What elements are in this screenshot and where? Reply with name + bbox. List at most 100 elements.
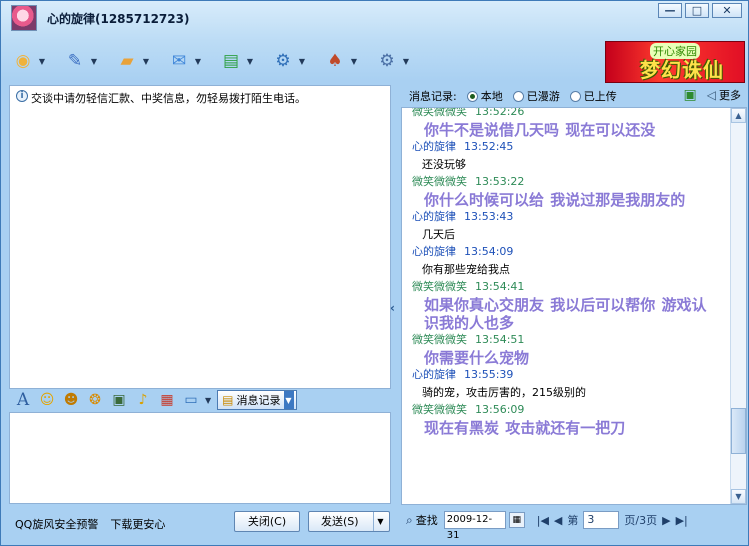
scroll-up-icon[interactable]: ▲	[731, 108, 746, 123]
close-button[interactable]: 关闭(C)	[234, 511, 300, 532]
message-time: 13:55:39	[464, 368, 514, 381]
settings-icon: ⚙	[379, 51, 395, 71]
message-text: 你什么时候可以给 我说过那是我朋友的	[424, 191, 686, 209]
page-suffix: 页/3页	[624, 514, 658, 527]
message-sender[interactable]: 心的旋律	[412, 210, 456, 223]
chevron-down-icon[interactable]: ▼	[297, 57, 307, 66]
date-input[interactable]: 2009-12-31	[443, 511, 506, 541]
radio-roamed-button[interactable]	[512, 90, 524, 102]
toolbar-app-button[interactable]: ⚙ ▼	[269, 45, 315, 77]
toolbar-file-button[interactable]: ▰ ▼	[113, 45, 159, 77]
radio-roamed-label: 已漫游	[526, 90, 560, 103]
close-window-button[interactable]: ✕	[712, 3, 742, 18]
gift-icon[interactable]: ▦	[157, 390, 177, 410]
chevron-down-icon[interactable]: ▼	[141, 57, 151, 66]
message-text: 现在有黑炭 攻击就还有一把刀	[424, 419, 626, 437]
chevron-down-icon[interactable]: ▼	[283, 391, 294, 409]
radio-local-button[interactable]	[466, 90, 478, 102]
toolbar-game-button[interactable]: ♠ ▼	[321, 45, 367, 77]
security-notice-text: 交谈中请勿轻信汇款、中奖信息，勿轻易拨打陌生电话。	[31, 92, 306, 105]
message-history-button[interactable]: ▤ 消息记录 ▼	[217, 390, 297, 410]
message-text: 你需要什么宠物	[424, 349, 530, 367]
message-history-panel[interactable]: 微笑微微笑 13:52:26 你牛不是说借几天吗 现在可以还没 心的旋律 13:52:4…	[401, 107, 747, 505]
message-sender[interactable]: 微笑微微笑	[412, 403, 467, 416]
toolbar-video-button[interactable]: ◉ ▼	[9, 45, 55, 77]
security-notice: i 交谈中请勿轻信汇款、中奖信息，勿轻易拨打陌生电话。	[16, 90, 306, 106]
page-input[interactable]: 3	[583, 511, 620, 529]
font-icon[interactable]: A	[13, 390, 33, 410]
security-alert-link[interactable]: QQ旋风安全预警	[15, 516, 98, 532]
screenshot-icon[interactable]: ▣	[109, 390, 129, 410]
message-header: 心的旋律 13:52:45	[402, 139, 730, 156]
message-sender[interactable]: 心的旋律	[412, 368, 456, 381]
message-sender[interactable]: 微笑微微笑	[412, 108, 467, 118]
chevron-down-icon[interactable]: ▼	[89, 57, 99, 66]
radio-local[interactable]: 本地	[466, 88, 503, 104]
next-page-icon[interactable]: ▶	[662, 514, 670, 527]
toolbar-mail-button[interactable]: ✉ ▼	[165, 45, 211, 77]
contact-avatar[interactable]	[11, 5, 37, 31]
app-icon: ⚙	[275, 51, 291, 71]
message-sender[interactable]: 心的旋律	[412, 140, 456, 153]
emoji-icon[interactable]: ☺	[37, 390, 57, 410]
scroll-down-icon[interactable]: ▼	[731, 489, 746, 504]
chevron-down-icon[interactable]: ▼	[245, 57, 255, 66]
chevron-down-icon[interactable]: ▼	[373, 512, 387, 531]
toolbar-sms-button[interactable]: ▤ ▼	[217, 45, 263, 77]
game-icon: ♠	[327, 51, 343, 71]
send-button[interactable]: 发送(S) ▼	[308, 511, 390, 532]
message-header: 微笑微微笑 13:53:22	[402, 174, 730, 191]
message-history-label: 消息记录	[236, 394, 281, 407]
title-bar[interactable]: 心的旋律(1285712723) — □ ✕	[1, 1, 748, 33]
chat-display-area[interactable]: i 交谈中请勿轻信汇款、中奖信息，勿轻易拨打陌生电话。	[9, 85, 391, 389]
first-page-icon[interactable]: |◀	[537, 514, 549, 527]
history-label: 消息记录:	[409, 90, 457, 103]
message-text: 几天后	[422, 228, 455, 241]
nudge-icon[interactable]: ❂	[85, 390, 105, 410]
screen-share-icon[interactable]: ▭	[181, 390, 201, 410]
toolbar-settings-button[interactable]: ⚙ ▼	[373, 45, 419, 77]
footer-links: QQ旋风安全预警 下载更安心	[15, 516, 165, 532]
message-time: 13:53:22	[475, 175, 525, 188]
last-page-icon[interactable]: ▶|	[676, 514, 688, 527]
message-input[interactable]	[9, 412, 391, 504]
message-header: 心的旋律 13:53:43	[402, 209, 730, 226]
message-sender[interactable]: 微笑微微笑	[412, 333, 467, 346]
radio-roamed[interactable]: 已漫游	[512, 88, 560, 104]
radio-local-label: 本地	[480, 90, 503, 103]
minimize-button[interactable]: —	[658, 3, 682, 18]
calendar-icon[interactable]: ▦	[508, 512, 525, 528]
maximize-button[interactable]: □	[685, 3, 709, 18]
chevron-down-icon[interactable]: ▼	[193, 57, 203, 66]
send-button-label: 发送(S)	[321, 515, 359, 528]
page-prefix: 第	[567, 514, 579, 527]
scroll-thumb[interactable]	[731, 408, 746, 454]
message-text: 你牛不是说借几天吗 现在可以还没	[424, 121, 656, 139]
download-safe-link[interactable]: 下载更安心	[110, 516, 165, 532]
message-text: 骑的宠，攻击厉害的，215级别的	[422, 386, 586, 399]
chevron-down-icon[interactable]: ▼	[37, 57, 47, 66]
history-footer: ⌕ 查找 2009-12-31 ▦ |◀ ◀ 第 3 页/3页 ▶ ▶|	[401, 508, 747, 541]
radio-uploaded-button[interactable]	[569, 90, 581, 102]
mail-icon: ✉	[171, 51, 187, 71]
message-sender[interactable]: 心的旋律	[412, 245, 456, 258]
chevron-down-icon[interactable]: ▼	[401, 57, 411, 66]
collapse-arrow-icon[interactable]: ‹	[390, 301, 395, 315]
ad-banner[interactable]: 开心家园 梦幻诛仙	[605, 41, 745, 83]
more-button[interactable]: ◁ 更多	[707, 87, 741, 103]
toolbar-voice-button[interactable]: ✎ ▼	[61, 45, 107, 77]
magic-emoji-icon[interactable]: ☻	[61, 390, 81, 410]
search-icon[interactable]: ⌕	[406, 513, 413, 528]
speaker-icon: ◁	[706, 88, 716, 102]
music-icon[interactable]: ♪	[133, 390, 153, 410]
radio-uploaded[interactable]: 已上传	[569, 88, 617, 104]
chevron-down-icon[interactable]: ▼	[349, 57, 359, 66]
prev-page-icon[interactable]: ◀	[554, 514, 562, 527]
more-label: 更多	[719, 89, 741, 102]
search-label[interactable]: 查找	[416, 512, 438, 528]
vertical-scrollbar[interactable]: ▲ ▼	[730, 108, 746, 504]
history-manager-icon[interactable]: ▣	[684, 87, 697, 103]
chevron-down-icon[interactable]: ▼	[205, 396, 211, 405]
message-sender[interactable]: 微笑微微笑	[412, 175, 467, 188]
message-sender[interactable]: 微笑微微笑	[412, 280, 467, 293]
